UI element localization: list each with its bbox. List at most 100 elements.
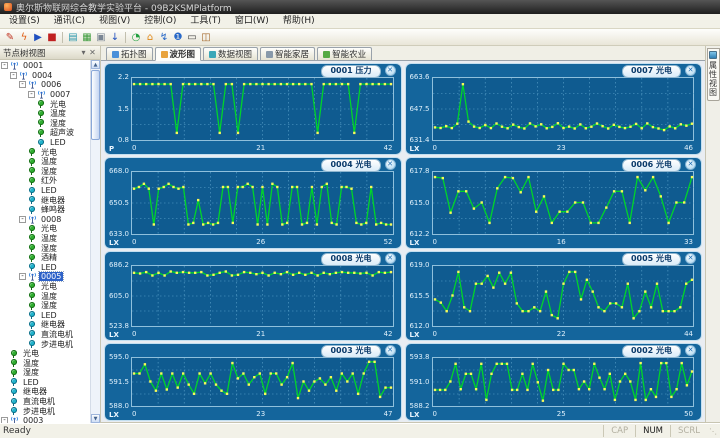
tree-item[interactable]: 步进电机 — [0, 406, 91, 416]
info-icon[interactable]: ❶ — [171, 30, 185, 45]
chart-close-button[interactable]: ✕ — [384, 65, 396, 76]
tree-item[interactable]: 步进电机 — [0, 339, 91, 349]
menu-item[interactable]: 工具(T) — [183, 15, 228, 28]
keyboard-icon[interactable]: ▭ — [185, 30, 199, 45]
home-icon[interactable]: ⌂ — [143, 30, 157, 45]
chart-close-button[interactable]: ✕ — [685, 159, 696, 170]
tree-item[interactable]: 湿度 — [0, 368, 91, 378]
chart-close-button[interactable]: ✕ — [384, 345, 396, 356]
tree-item[interactable]: 湿度 — [0, 167, 91, 177]
tree-expander[interactable]: - — [19, 215, 26, 223]
tree-item[interactable]: - 0007 — [0, 90, 91, 100]
scrollbar-thumb[interactable] — [91, 70, 100, 140]
tree-item[interactable]: 直流电机 — [0, 397, 91, 407]
tree-item[interactable]: - 0008 — [0, 215, 91, 225]
chart-close-button[interactable]: ✕ — [384, 253, 396, 264]
chart-title-pill: 0003 光电 — [321, 345, 381, 358]
tree-item[interactable]: 光电 — [0, 99, 91, 109]
tree-item[interactable]: LED — [0, 138, 91, 148]
tab-smart-agriculture[interactable]: 智能农业 — [317, 47, 373, 60]
menu-item[interactable]: 帮助(H) — [276, 15, 322, 28]
tree-item[interactable]: LED — [0, 378, 91, 388]
tree-item[interactable]: - 0003 — [0, 416, 91, 423]
download-arrow-icon[interactable]: ↓ — [108, 30, 122, 45]
chart-close-button[interactable]: ✕ — [685, 65, 696, 76]
pin-icon[interactable]: ▾ — [79, 47, 88, 58]
menu-item[interactable]: 通讯(C) — [47, 15, 92, 28]
x-axis-tick-right: 46 — [684, 144, 693, 152]
close-icon[interactable]: ✕ — [88, 47, 97, 58]
tree-item[interactable]: LED — [0, 186, 91, 196]
tree-item[interactable]: 超声波 — [0, 128, 91, 138]
tree-item[interactable]: 继电器 — [0, 387, 91, 397]
tree-scrollbar[interactable]: ▲ ▼ — [90, 60, 100, 423]
image-icon[interactable]: ▦ — [80, 30, 94, 45]
resize-grip-icon[interactable]: ⋱ — [707, 427, 717, 436]
tree-expander[interactable]: - — [1, 417, 8, 423]
scroll-down-arrow-icon[interactable]: ▼ — [91, 414, 100, 423]
tree-item-label: 蜂鸣器 — [41, 205, 65, 215]
tree-item[interactable]: 光电 — [0, 147, 91, 157]
tree-item[interactable]: 湿度 — [0, 119, 91, 129]
tree-item-label: 光电 — [50, 99, 66, 109]
tree-item[interactable]: 直流电机 — [0, 330, 91, 340]
chart-icon[interactable]: ▤ — [66, 30, 80, 45]
tab-dataview[interactable]: 数据视图 — [203, 47, 259, 60]
menu-item[interactable]: 控制(O) — [137, 15, 183, 28]
exit-door-icon[interactable]: ◫ — [199, 30, 213, 45]
tree-item-selected[interactable]: - 0005 — [0, 271, 91, 283]
tree-item[interactable]: - 0001 — [0, 61, 91, 71]
tree-item[interactable]: 光电 — [0, 349, 91, 359]
tree-expander[interactable]: - — [28, 91, 35, 99]
tree-item[interactable]: 光电 — [0, 282, 91, 292]
tab-topology[interactable]: 拓扑图 — [106, 47, 153, 60]
property-view-side-tab[interactable]: 属性视图 — [706, 48, 720, 101]
tree-item[interactable]: 酒精 — [0, 253, 91, 263]
tree-item[interactable]: 继电器 — [0, 320, 91, 330]
tree-item[interactable]: 温度 — [0, 358, 91, 368]
actuator-pin-icon — [29, 340, 35, 349]
window-layout-icon[interactable]: ▣ — [94, 30, 108, 45]
tree-item[interactable]: LED — [0, 262, 91, 272]
tree-item-label: 湿度 — [41, 243, 57, 253]
tree-item[interactable]: 蜂鸣器 — [0, 205, 91, 215]
tree-item[interactable]: LED — [0, 310, 91, 320]
tree-expander[interactable]: - — [19, 273, 26, 281]
edit-pencil-icon[interactable]: ✎ — [3, 30, 17, 45]
chart-close-button[interactable]: ✕ — [384, 159, 396, 170]
tree-item[interactable]: - 0004 — [0, 71, 91, 81]
chart-close-button[interactable]: ✕ — [685, 345, 696, 356]
tab-icon — [323, 50, 331, 58]
tree-item[interactable]: 温度 — [0, 291, 91, 301]
tree-item[interactable]: 温度 — [0, 157, 91, 167]
antenna-node-icon — [28, 80, 37, 89]
x-axis-tick-mid: 23 — [556, 144, 566, 152]
tree-item-label: 0001 — [23, 61, 44, 71]
lightning-icon[interactable]: ϟ — [17, 30, 31, 45]
tree-expander[interactable]: - — [1, 62, 8, 70]
tree-item[interactable]: 光电 — [0, 224, 91, 234]
play-icon[interactable]: ▶ — [31, 30, 45, 45]
tree-expander[interactable]: - — [19, 81, 26, 89]
stop-icon[interactable]: ■ — [45, 30, 59, 45]
actuator-pin-icon — [38, 138, 44, 147]
tree-item[interactable]: - 0006 — [0, 80, 91, 90]
tree-item[interactable]: 温度 — [0, 234, 91, 244]
menu-item[interactable]: 设置(S) — [2, 15, 47, 28]
tab-smart-home[interactable]: 智能家居 — [260, 47, 316, 60]
tree-item[interactable]: 湿度 — [0, 301, 91, 311]
scroll-up-arrow-icon[interactable]: ▲ — [91, 60, 100, 69]
tree-item[interactable]: 湿度 — [0, 243, 91, 253]
waveform-canvas — [432, 78, 694, 140]
tree-item[interactable]: 红外 — [0, 176, 91, 186]
menu-item[interactable]: 视图(V) — [92, 15, 137, 28]
tree-item[interactable]: 继电器 — [0, 195, 91, 205]
clock-icon[interactable]: ◔ — [129, 30, 143, 45]
plug-icon[interactable]: ↯ — [157, 30, 171, 45]
tree-item[interactable]: 温度 — [0, 109, 91, 119]
menu-item[interactable]: 窗口(W) — [228, 15, 276, 28]
chart-close-button[interactable]: ✕ — [685, 253, 696, 264]
tree-list: - 0001 - 0004 - 0006 - 0007 光电 温度 湿度 超声波… — [0, 61, 91, 423]
tree-expander[interactable]: - — [10, 71, 17, 79]
tab-waveform[interactable]: 波形图 — [154, 47, 202, 61]
